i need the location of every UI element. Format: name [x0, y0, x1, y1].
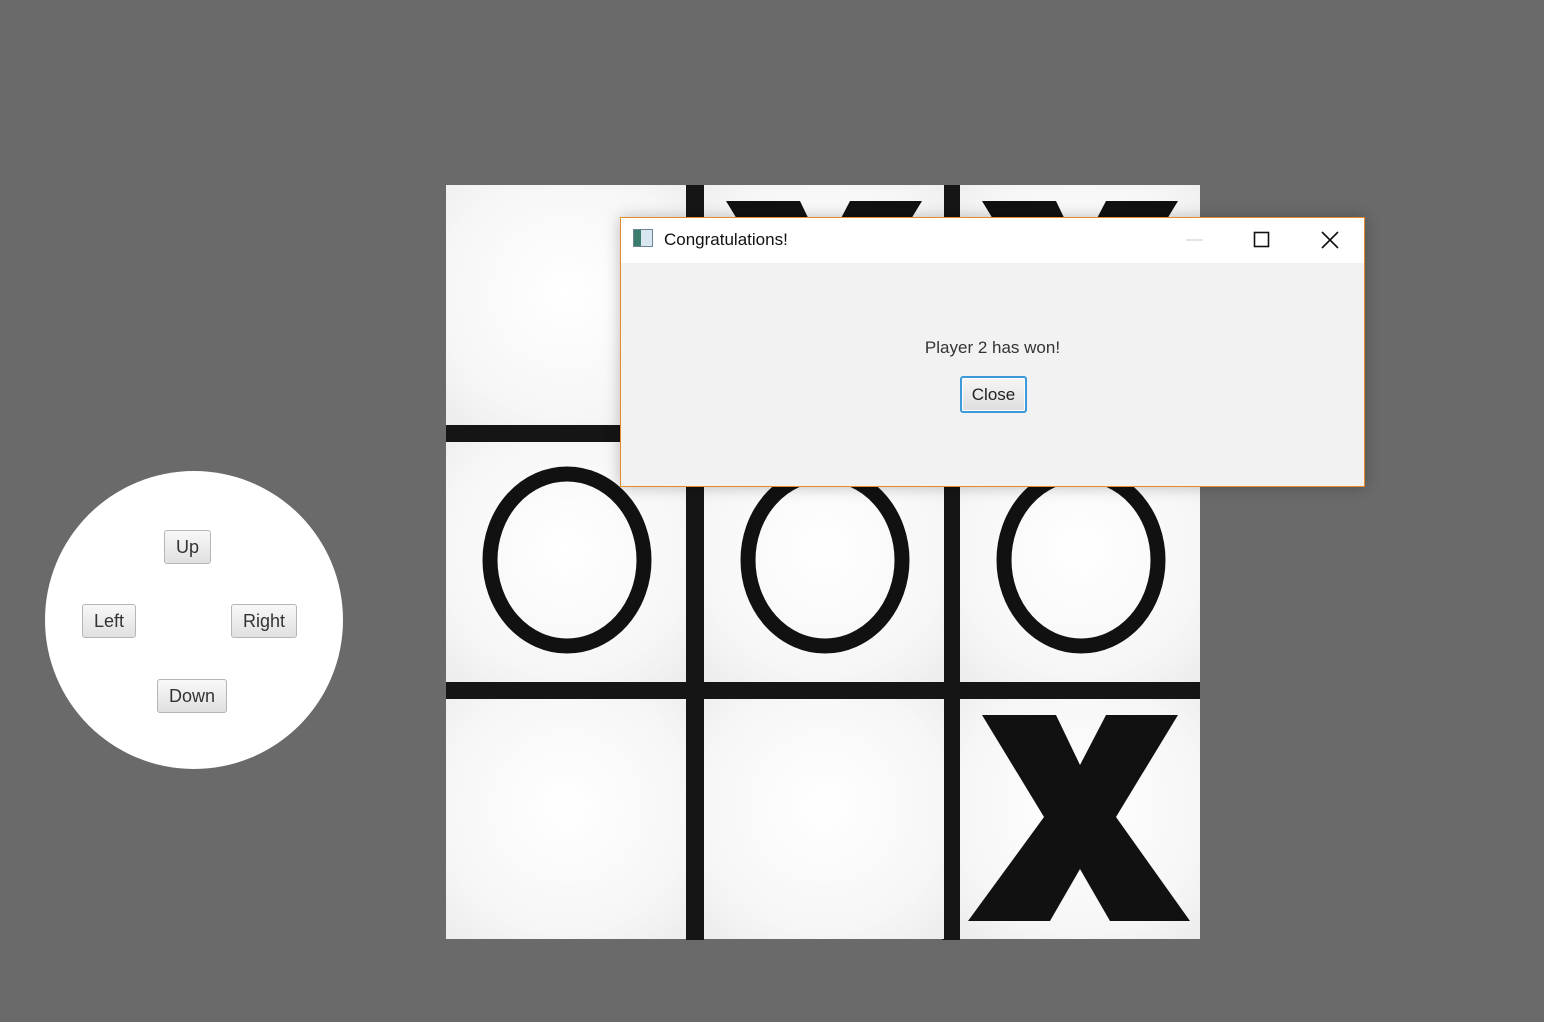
- maximize-icon: [1253, 231, 1270, 248]
- dialog-titlebar[interactable]: Congratulations!: [621, 218, 1364, 263]
- close-button[interactable]: Close: [960, 376, 1027, 413]
- up-button[interactable]: Up: [164, 530, 211, 564]
- board-divider: [446, 682, 1200, 699]
- congratulations-dialog: Congratulations! Player 2 has won! Close: [620, 217, 1365, 487]
- game-window: Up Left Right Down Congratulations! Play…: [0, 0, 1544, 1022]
- down-button[interactable]: Down: [157, 679, 227, 713]
- maximize-button[interactable]: [1229, 218, 1295, 263]
- direction-pad: Up Left Right Down: [45, 471, 343, 769]
- minimize-button[interactable]: [1162, 218, 1228, 263]
- app-icon: [633, 229, 653, 247]
- window-close-button[interactable]: [1297, 218, 1363, 263]
- board-cell-r3c3[interactable]: [960, 699, 1200, 939]
- board-cell-r3c1[interactable]: [446, 699, 686, 939]
- x-mark: [968, 715, 1190, 921]
- board-cell-r3c2[interactable]: [704, 699, 944, 939]
- dialog-title: Congratulations!: [664, 230, 788, 249]
- win-message: Player 2 has won!: [924, 338, 1061, 357]
- right-button[interactable]: Right: [231, 604, 297, 638]
- minimize-icon: [1186, 239, 1203, 241]
- left-button[interactable]: Left: [82, 604, 136, 638]
- empty-mark: [704, 699, 944, 939]
- close-icon: [1321, 231, 1339, 249]
- empty-mark: [446, 699, 686, 939]
